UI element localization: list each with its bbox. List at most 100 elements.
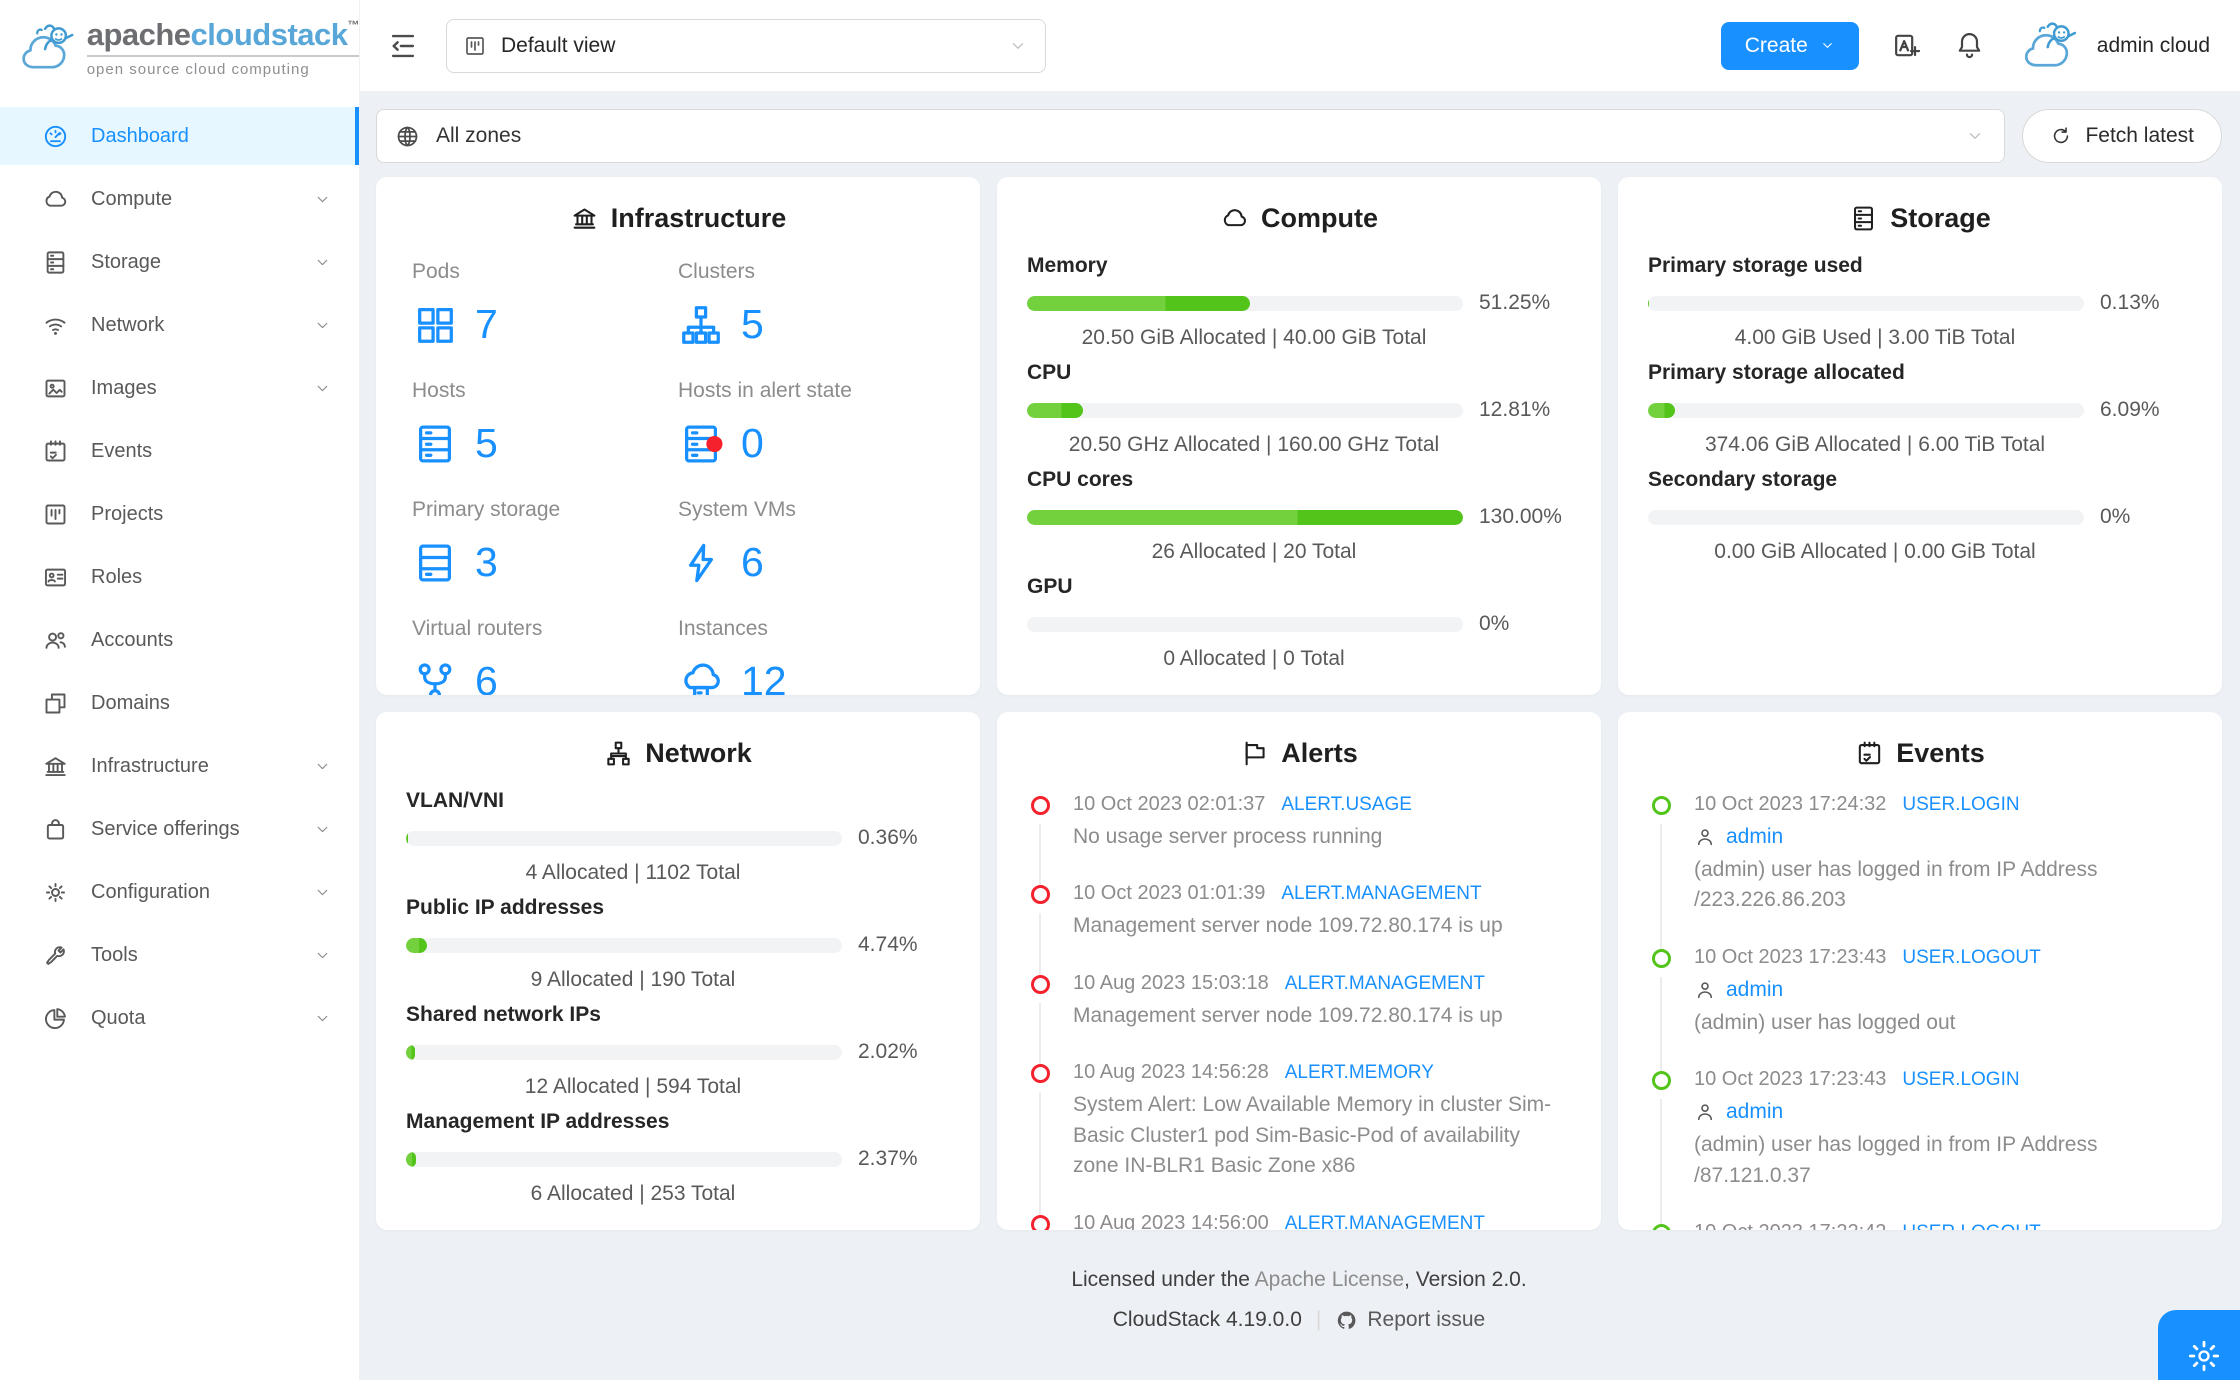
create-button[interactable]: Create <box>1720 21 1859 70</box>
database-icon <box>42 249 69 276</box>
zone-select-value: All zones <box>436 124 522 147</box>
sidebar-item-infrastructure[interactable]: Infrastructure <box>0 737 359 795</box>
progress-bar <box>1027 509 1463 525</box>
sidebar-item-quota[interactable]: Quota <box>0 989 359 1047</box>
stat-pods[interactable]: Pods 7 <box>412 260 678 348</box>
event-type-link[interactable]: USER.LOGOUT <box>1902 1222 2040 1230</box>
view-select[interactable]: Default view <box>446 18 1046 73</box>
event-user-link[interactable]: admin <box>1726 825 1783 849</box>
event-type-link[interactable]: USER.LOGIN <box>1902 1069 2019 1091</box>
bank-icon <box>42 753 69 780</box>
stat-hosts[interactable]: Hosts 5 <box>412 379 678 467</box>
stat-instances[interactable]: Instances 12 <box>678 617 944 695</box>
progress-bar <box>406 830 842 846</box>
sidebar-item-service-offerings[interactable]: Service offerings <box>0 800 359 858</box>
alert-dot <box>1031 796 1050 815</box>
server-icon <box>412 421 458 467</box>
sidebar-item-accounts[interactable]: Accounts <box>0 611 359 669</box>
resource-cpu: CPU 12.81% 20.50 GHz Allocated | 160.00 … <box>1027 361 1551 456</box>
brand-name: apachecloudstack™ <box>86 19 359 57</box>
sidebar-item-configuration[interactable]: Configuration <box>0 863 359 921</box>
apache-license-link[interactable]: Apache License <box>1255 1268 1404 1291</box>
progress-bar <box>1648 295 2084 311</box>
chevron-down-icon <box>317 1015 328 1021</box>
cloud-icon <box>42 186 69 213</box>
wrench-icon <box>42 942 69 969</box>
progress-bar <box>406 1151 842 1167</box>
progress-bar <box>1648 402 2084 418</box>
sidebar-item-images[interactable]: Images <box>0 359 359 417</box>
pie-chart-icon <box>42 1005 69 1032</box>
chevron-down-icon <box>317 763 328 769</box>
chevron-down-icon <box>1012 42 1024 49</box>
sidebar-item-roles[interactable]: Roles <box>0 548 359 606</box>
sidebar-item-compute[interactable]: Compute <box>0 170 359 228</box>
chevron-down-icon <box>317 826 328 832</box>
fork-icon <box>412 659 458 695</box>
zone-select[interactable]: All zones <box>376 109 2006 163</box>
alert-type-link[interactable]: ALERT.MANAGEMENT <box>1281 883 1481 905</box>
sidebar-item-tools[interactable]: Tools <box>0 926 359 984</box>
progress-bar <box>1027 402 1463 418</box>
picture-icon <box>42 375 69 402</box>
stat-system-vms[interactable]: System VMs 6 <box>678 498 944 586</box>
chevron-down-icon <box>317 196 328 202</box>
main-area: Default view Create admin cloud All zone… <box>360 0 2240 1380</box>
calendar-check-icon <box>1859 741 1881 765</box>
resource-shared-network-ips: Shared network IPs 2.02% 12 Allocated | … <box>406 1003 918 1098</box>
alerts-card-title: Alerts <box>1027 738 1571 769</box>
sidebar-item-dashboard[interactable]: Dashboard <box>0 107 359 165</box>
sidebar-item-projects[interactable]: Projects <box>0 485 359 543</box>
resource-vlan: VLAN/VNI 0.36% 4 Allocated | 1102 Total <box>406 789 918 884</box>
sidebar-item-storage[interactable]: Storage <box>0 233 359 291</box>
license-line: Licensed under the Apache License, Versi… <box>1071 1268 1527 1291</box>
event-user-link[interactable]: admin <box>1726 1100 1783 1124</box>
sidebar: apachecloudstack™ open source cloud comp… <box>0 0 360 1380</box>
database-icon <box>1854 206 1874 231</box>
alert-type-link[interactable]: ALERT.USAGE <box>1281 794 1412 816</box>
brand-logo[interactable]: apachecloudstack™ open source cloud comp… <box>0 0 359 96</box>
alert-dot <box>1031 885 1050 905</box>
settings-fab-button[interactable] <box>2158 1310 2240 1380</box>
event-user-link[interactable]: admin <box>1726 978 1783 1002</box>
compute-card: Compute Memory 51.25% 20.50 GiB Allocate… <box>997 177 1601 695</box>
sidebar-item-network[interactable]: Network <box>0 296 359 354</box>
sidebar-item-domains[interactable]: Domains <box>0 674 359 732</box>
event-type-link[interactable]: USER.LOGIN <box>1902 794 2019 816</box>
project-icon <box>466 36 484 55</box>
brand-tagline: open source cloud computing <box>86 60 310 78</box>
progress-bar <box>1027 616 1463 632</box>
report-issue-link[interactable]: Report issue <box>1335 1308 1485 1332</box>
user-menu[interactable]: admin cloud <box>2017 20 2210 72</box>
notifications-bell-icon[interactable] <box>1954 30 1985 61</box>
stat-primary-storage[interactable]: Primary storage 3 <box>412 498 678 586</box>
alert-type-link[interactable]: ALERT.MEMORY <box>1285 1062 1434 1084</box>
infrastructure-card: Infrastructure Pods 7 Clusters 5 Hosts 5… <box>376 177 980 695</box>
stat-hosts-alert[interactable]: Hosts in alert state 0 <box>678 379 944 467</box>
resource-cpu-cores: CPU cores 130.00% 26 Allocated | 20 Tota… <box>1027 468 1562 563</box>
user-name: admin cloud <box>2096 33 2210 57</box>
shopping-icon <box>42 816 69 843</box>
stat-clusters[interactable]: Clusters 5 <box>678 260 944 348</box>
alerts-card: Alerts 10 Oct 2023 02:01:37 ALERT.USAGE N… <box>997 712 1601 1230</box>
fetch-latest-button[interactable]: Fetch latest <box>2022 109 2222 163</box>
compute-card-title: Compute <box>1027 203 1571 234</box>
resource-gpu: GPU 0% 0 Allocated | 0 Total <box>1027 575 1510 670</box>
alert-type-link[interactable]: ALERT.MANAGEMENT <box>1285 1213 1485 1230</box>
sidebar-item-events[interactable]: Events <box>0 422 359 480</box>
stat-virtual-routers[interactable]: Virtual routers 6 <box>412 617 678 695</box>
event-dot <box>1652 1224 1671 1230</box>
event-dot <box>1652 796 1671 815</box>
event-item: 10 Oct 2023 17:24:32 USER.LOGIN admin (ad… <box>1652 793 2192 949</box>
event-type-link[interactable]: USER.LOGOUT <box>1902 947 2040 969</box>
thunderbolt-icon <box>678 540 724 586</box>
alert-type-link[interactable]: ALERT.MANAGEMENT <box>1285 973 1485 995</box>
resource-primary-storage-used: Primary storage used 0.13% 4.00 GiB Used… <box>1648 254 2160 349</box>
sidebar-collapse-icon[interactable] <box>386 29 420 63</box>
cloudstack-monkey-logo-icon <box>22 24 74 69</box>
cloudstack-dashboard: apachecloudstack™ open source cloud comp… <box>0 0 2240 1380</box>
cluster-icon <box>678 302 724 348</box>
team-icon <box>42 627 69 654</box>
chevron-down-icon <box>317 952 328 958</box>
translate-icon[interactable] <box>1891 30 1922 61</box>
